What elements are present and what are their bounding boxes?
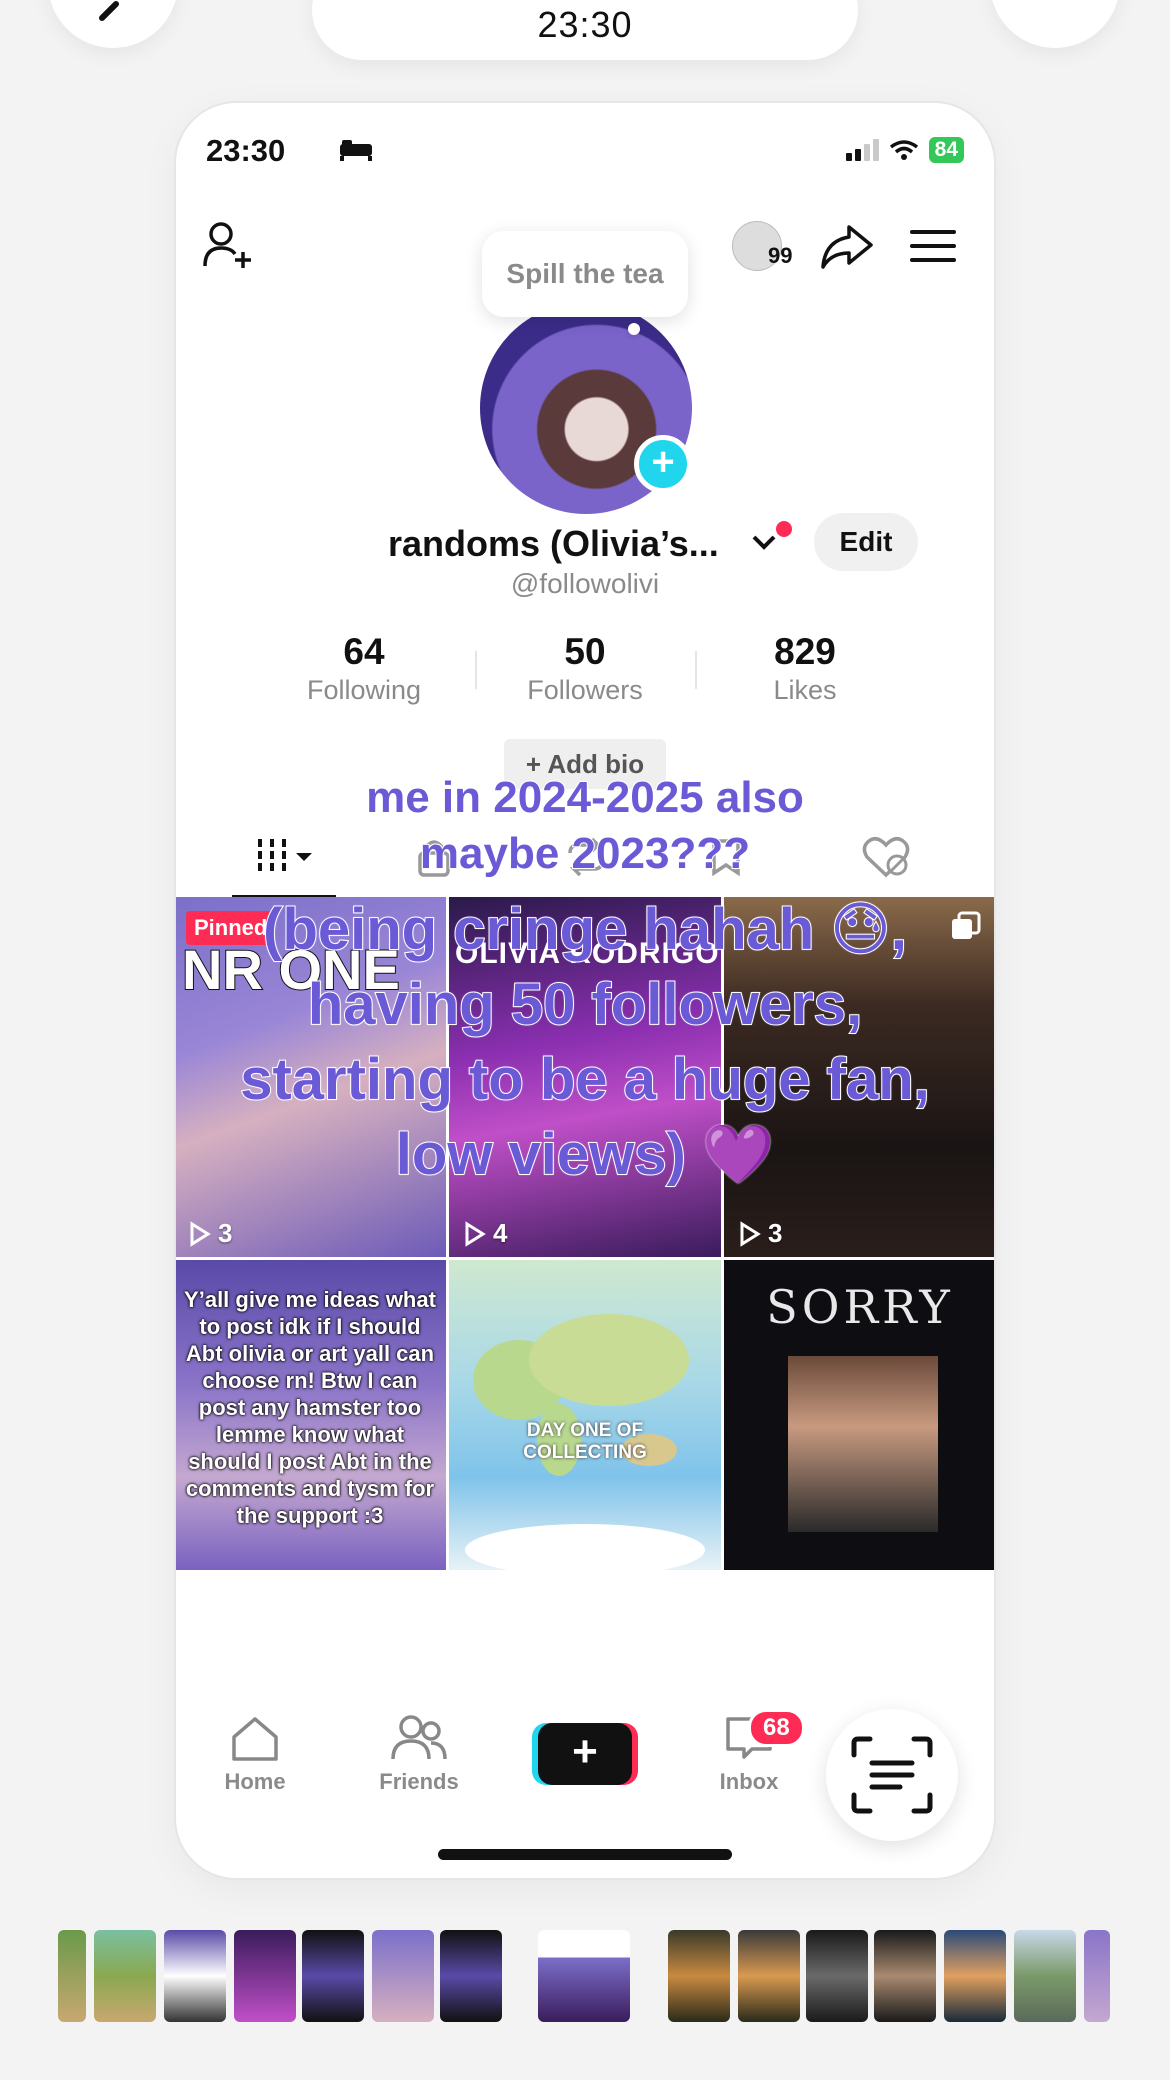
profile-stats: 64 Following 50 Followers 829 Likes	[176, 631, 994, 721]
stat-followers[interactable]: 50 Followers	[475, 631, 695, 706]
view-count-value: 3	[768, 1218, 783, 1248]
filmstrip-frame-current	[538, 1930, 630, 2022]
account-switch-chevron-icon[interactable]	[750, 527, 778, 561]
play-icon	[465, 1220, 486, 1247]
note-tooltip[interactable]: Spill the tea	[482, 231, 688, 335]
back-button[interactable]	[48, 0, 178, 48]
overlay-line: low views) 💜	[395, 1121, 775, 1188]
stat-label: Likes	[773, 675, 837, 705]
home-icon	[232, 1717, 278, 1761]
stat-label: Following	[306, 675, 422, 705]
filmstrip-frame	[372, 1930, 434, 2022]
overlay-line: (being cringe hahah 😓,	[262, 896, 908, 963]
share-profile-button[interactable]	[816, 217, 876, 277]
video-thumbnail[interactable]: DAY ONE OF COLLECTING	[449, 1260, 721, 1570]
stat-value: 50	[564, 631, 606, 672]
video-caption: SORRY	[766, 1280, 954, 1334]
view-count-value: 3	[218, 1218, 233, 1248]
overlay-caption-large: (being cringe hahah 😓, having 50 followe…	[185, 892, 985, 1192]
nav-friends-label: Friends	[379, 1769, 459, 1794]
editor-time-pill: 23:30	[312, 0, 858, 60]
stat-following[interactable]: 64 Following	[254, 631, 474, 706]
nav-inbox-label: Inbox	[719, 1769, 779, 1794]
stat-value: 64	[343, 631, 385, 672]
cellular-signal-icon	[845, 139, 879, 161]
status-time: 23:30	[206, 133, 286, 168]
wifi-icon	[889, 140, 918, 160]
filmstrip-frame	[440, 1930, 502, 2022]
friends-avatar-button[interactable]: 99	[732, 219, 808, 275]
status-bar: 23:30 84	[206, 133, 964, 173]
filmstrip-frame	[944, 1930, 1006, 2022]
overlay-caption: me in 2024-2025 also maybe 2023???	[200, 770, 970, 882]
status-right: 84	[845, 137, 964, 163]
scan-text-icon	[851, 1736, 933, 1814]
filmstrip-frame	[874, 1930, 936, 2022]
view-count-value: 4	[493, 1218, 508, 1248]
share-icon	[821, 225, 873, 269]
nav-friends[interactable]: Friends	[364, 1713, 474, 1795]
editor-time: 23:30	[537, 4, 633, 45]
friends-badge: 99	[768, 243, 793, 268]
menu-button[interactable]	[906, 219, 960, 273]
battery-level: 84	[934, 138, 958, 161]
battery-indicator: 84	[928, 137, 964, 163]
sleep-focus-icon	[338, 137, 374, 169]
notification-dot	[776, 521, 792, 537]
frame-filmstrip[interactable]	[0, 1930, 1170, 2022]
filmstrip-frame	[164, 1930, 226, 2022]
world-map-graphic	[465, 1314, 705, 1570]
home-indicator	[438, 1849, 732, 1860]
filmstrip-frame	[94, 1930, 156, 2022]
name-row: randoms (Olivia’s... Edit	[176, 513, 994, 573]
video-caption: Y’all give me ideas what to post idk if …	[184, 1287, 436, 1528]
stat-likes[interactable]: 829 Likes	[695, 631, 915, 706]
overlay-line: me in 2024-2025 also	[365, 772, 805, 823]
overlay-line: maybe 2023???	[419, 828, 751, 879]
view-count: 4	[463, 1218, 507, 1249]
overlay-line: starting to be a huge fan,	[239, 1046, 931, 1113]
hamburger-menu-icon	[910, 230, 956, 262]
plus-icon: +	[572, 1727, 598, 1776]
video-thumbnail[interactable]: Y’all give me ideas what to post idk if …	[176, 1260, 446, 1570]
filmstrip-frame	[738, 1930, 800, 2022]
stat-value: 829	[774, 631, 836, 672]
video-photo	[788, 1356, 938, 1532]
filmstrip-frame	[1014, 1930, 1076, 2022]
nav-home-label: Home	[224, 1769, 286, 1794]
stat-divider	[695, 651, 697, 689]
note-tooltip-text: Spill the tea	[506, 258, 664, 289]
nav-home[interactable]: Home	[200, 1713, 310, 1795]
play-icon	[190, 1220, 211, 1247]
tooltip-tail	[628, 323, 640, 335]
chevron-left-icon	[99, 1, 119, 21]
filmstrip-frame	[668, 1930, 730, 2022]
view-count: 3	[188, 1218, 232, 1249]
filmstrip-frame	[806, 1930, 868, 2022]
view-count: 3	[738, 1218, 782, 1249]
stat-label: Followers	[527, 675, 643, 705]
filmstrip-frame	[1084, 1930, 1110, 2022]
filmstrip-frame	[234, 1930, 296, 2022]
add-friend-button[interactable]	[198, 215, 258, 275]
edit-label: Edit	[839, 526, 893, 557]
inbox-badge: 68	[748, 1709, 805, 1747]
profile-handle: @followolivi	[510, 568, 660, 599]
video-thumbnail[interactable]: SORRY	[724, 1260, 994, 1570]
overlay-line: having 50 followers,	[307, 971, 863, 1038]
profile-username[interactable]: randoms (Olivia’s...	[388, 523, 719, 565]
edit-profile-button[interactable]: Edit	[814, 513, 918, 571]
video-caption: DAY ONE OF COLLECTING	[523, 1420, 647, 1463]
play-icon	[740, 1220, 761, 1247]
stat-divider	[475, 651, 477, 689]
add-user-icon	[203, 222, 251, 268]
friends-icon	[391, 1715, 447, 1760]
add-story-icon[interactable]: +	[634, 435, 692, 493]
editor-menu-button[interactable]	[990, 0, 1120, 48]
filmstrip-frame	[302, 1930, 364, 2022]
create-button[interactable]: +	[538, 1723, 632, 1785]
filmstrip-frame	[58, 1930, 86, 2022]
text-scan-button[interactable]	[826, 1709, 958, 1841]
